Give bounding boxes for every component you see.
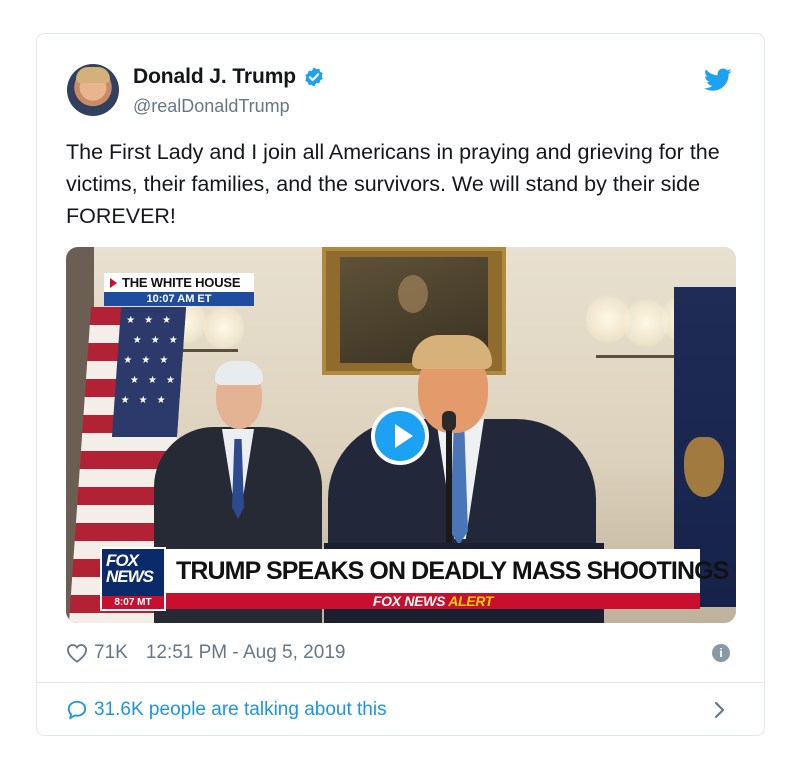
play-icon[interactable] [371,407,429,465]
author-name[interactable]: Donald J. Trump [133,65,296,89]
verified-badge-icon [305,67,323,87]
avatar-hair [76,67,110,83]
tweet-video[interactable]: ★ ★ ★ ★ ★ ★ ★ ★ ★ ★ ★ ★ ★ ★ ★ THE WHITE HOUSE [66,247,736,623]
video-headline: TRUMP SPEAKS ON DEADLY MASS SHOOTINGS [176,556,729,585]
video-alert-bar: FOX NEWS ALERT [166,593,700,609]
channel-time: 8:07 MT [102,596,164,609]
video-scene-microphone [446,413,452,543]
video-headline-bar: TRUMP SPEAKS ON DEADLY MASS SHOOTINGS [166,549,729,593]
like-count[interactable]: 71K [94,642,128,664]
location-arrow-icon [110,277,117,288]
conversation-link[interactable]: 31.6K people are talking about this [66,696,734,724]
channel-logo-line2: NEWS [106,567,154,586]
speech-bubble-icon [67,700,87,720]
channel-logo: FOX NEWS 8:07 MT [100,547,166,611]
alert-text: ALERT [448,593,494,609]
alert-channel-text: FOX NEWS [372,593,446,609]
divider [37,682,764,683]
video-location-time: 10:07 AM ET [104,292,254,306]
author-avatar[interactable] [67,64,119,116]
tweet-header: Donald J. Trump @realDonaldTrump [67,62,734,118]
video-lower-third: FOX NEWS 8:07 MT TRUMP SPEAKS ON DEADLY … [100,547,729,611]
chevron-right-icon[interactable] [712,700,726,720]
video-location-badge: THE WHITE HOUSE 10:07 AM ET [104,273,254,306]
tweet-text: The First Lady and I join all Americans … [66,140,720,228]
twitter-bird-icon[interactable] [704,68,732,92]
tweet-timestamp[interactable]: 12:51 PM - Aug 5, 2019 [146,642,346,664]
conversation-count-text[interactable]: 31.6K people are talking about this [94,699,387,721]
video-location-label: THE WHITE HOUSE [122,275,241,290]
author-handle[interactable]: @realDonaldTrump [133,96,290,117]
author-name-line: Donald J. Trump [133,65,325,89]
heart-icon[interactable] [66,643,88,663]
tweet-card: Donald J. Trump @realDonaldTrump The Fir… [36,33,765,736]
info-icon[interactable]: i [712,644,730,662]
tweet-meta: 71K 12:51 PM - Aug 5, 2019 i [66,639,734,667]
